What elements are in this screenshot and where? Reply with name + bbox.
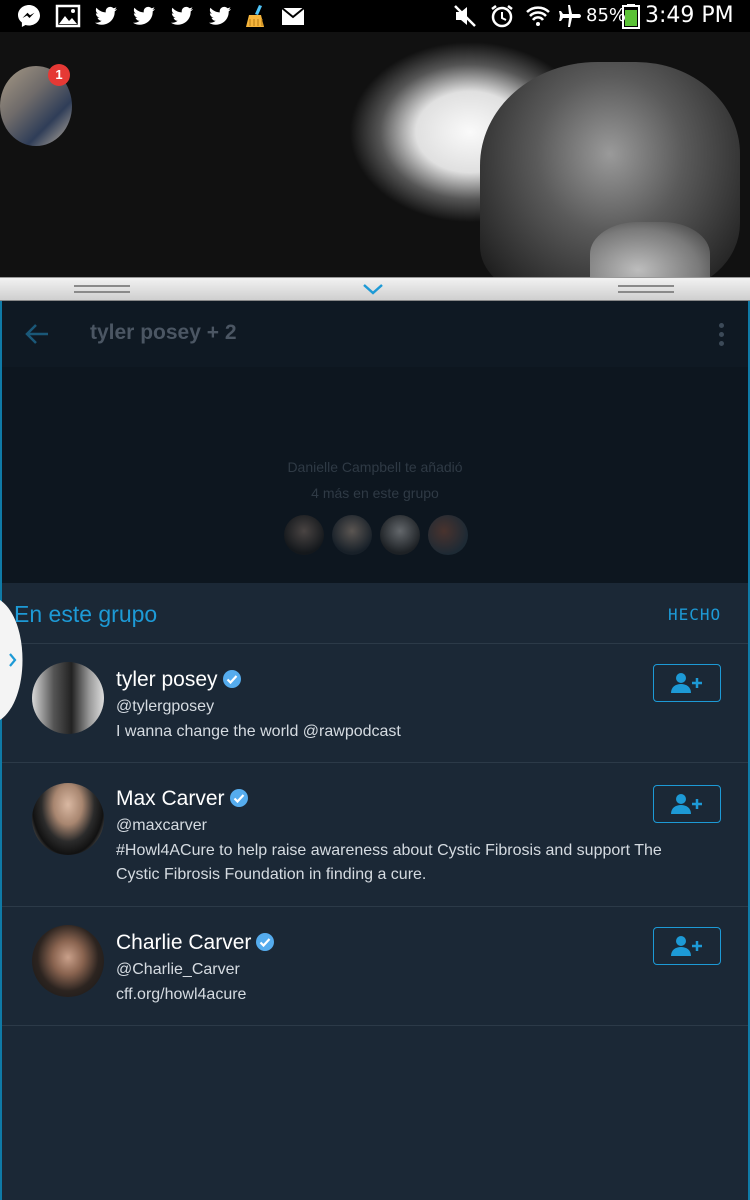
group-panel-title: En este grupo [14, 601, 158, 627]
clock: 3:49 PM [645, 3, 734, 28]
member-handle: @Charlie_Carver [116, 961, 240, 978]
verified-badge-icon [222, 670, 241, 688]
messenger-icon [18, 5, 40, 27]
member-name[interactable]: tyler posey [116, 668, 242, 692]
right-grip [618, 285, 674, 293]
divider [2, 1025, 748, 1026]
cleaner-icon [246, 5, 264, 27]
group-members-panel: En este grupo HECHO tyler posey @tylergp… [2, 583, 748, 1200]
conversation-header: tyler posey + 2 [2, 301, 748, 367]
group-avatar [284, 515, 324, 555]
done-button[interactable]: HECHO [668, 605, 721, 624]
alarm-icon [491, 5, 513, 28]
add-user-icon [671, 794, 702, 814]
left-grip [74, 285, 130, 293]
member-avatar[interactable] [32, 662, 104, 734]
split-screen-divider[interactable] [0, 277, 750, 301]
follow-button[interactable] [653, 664, 721, 702]
verified-badge-icon [256, 933, 275, 951]
member-avatar[interactable] [32, 783, 104, 855]
member-name[interactable]: Max Carver [116, 787, 249, 811]
add-user-icon [671, 673, 702, 693]
wifi-icon [526, 6, 550, 26]
twitter-icon [95, 6, 117, 25]
add-user-icon [671, 936, 702, 956]
twitter-icon [209, 6, 231, 25]
member-row[interactable]: Charlie Carver @Charlie_Carver cff.org/h… [2, 907, 748, 1025]
conversation-title: tyler posey + 2 [90, 321, 237, 344]
battery-percent: 85% [586, 5, 627, 26]
overflow-menu-icon[interactable] [718, 321, 726, 347]
group-avatar [332, 515, 372, 555]
background-photo [0, 32, 750, 277]
twitter-icon [171, 6, 193, 25]
side-drawer-handle[interactable] [0, 600, 30, 720]
added-by-notice: Danielle Campbell te añadió [287, 459, 463, 475]
back-arrow-icon[interactable] [24, 321, 50, 347]
twitter-window: tyler posey + 2 Danielle Campbell te aña… [0, 301, 750, 1200]
member-bio: I wanna change the world @rawpodcast [116, 723, 401, 740]
member-row[interactable]: Max Carver @maxcarver #Howl4ACure to hel… [2, 763, 748, 906]
airplane-icon [559, 5, 581, 27]
member-avatar[interactable] [32, 925, 104, 997]
status-bar: 85% 3:49 PM [0, 0, 750, 32]
gallery-icon [55, 4, 81, 28]
member-handle: @tylergposey [116, 698, 215, 715]
member-bio: #Howl4ACure to help raise awareness abou… [116, 842, 662, 883]
chat-head[interactable]: 1 [0, 64, 72, 146]
mute-icon [454, 5, 476, 27]
group-count-notice: 4 más en este grupo [311, 485, 439, 501]
battery-icon [622, 4, 640, 29]
twitter-icon [133, 6, 155, 25]
member-name[interactable]: Charlie Carver [116, 931, 275, 955]
mail-icon [281, 7, 305, 25]
unread-badge: 1 [48, 64, 70, 86]
member-bio: cff.org/howl4acure [116, 986, 247, 1003]
verified-badge-icon [229, 789, 248, 807]
member-handle: @maxcarver [116, 817, 207, 834]
member-row[interactable]: tyler posey @tylergposey I wanna change … [2, 644, 748, 762]
chevron-down-icon[interactable] [362, 282, 384, 296]
conversation-body: Danielle Campbell te añadió 4 más en est… [2, 367, 748, 583]
follow-button[interactable] [653, 785, 721, 823]
follow-button[interactable] [653, 927, 721, 965]
photo-subject-face [590, 222, 710, 277]
group-avatar [428, 515, 468, 555]
group-avatar [380, 515, 420, 555]
